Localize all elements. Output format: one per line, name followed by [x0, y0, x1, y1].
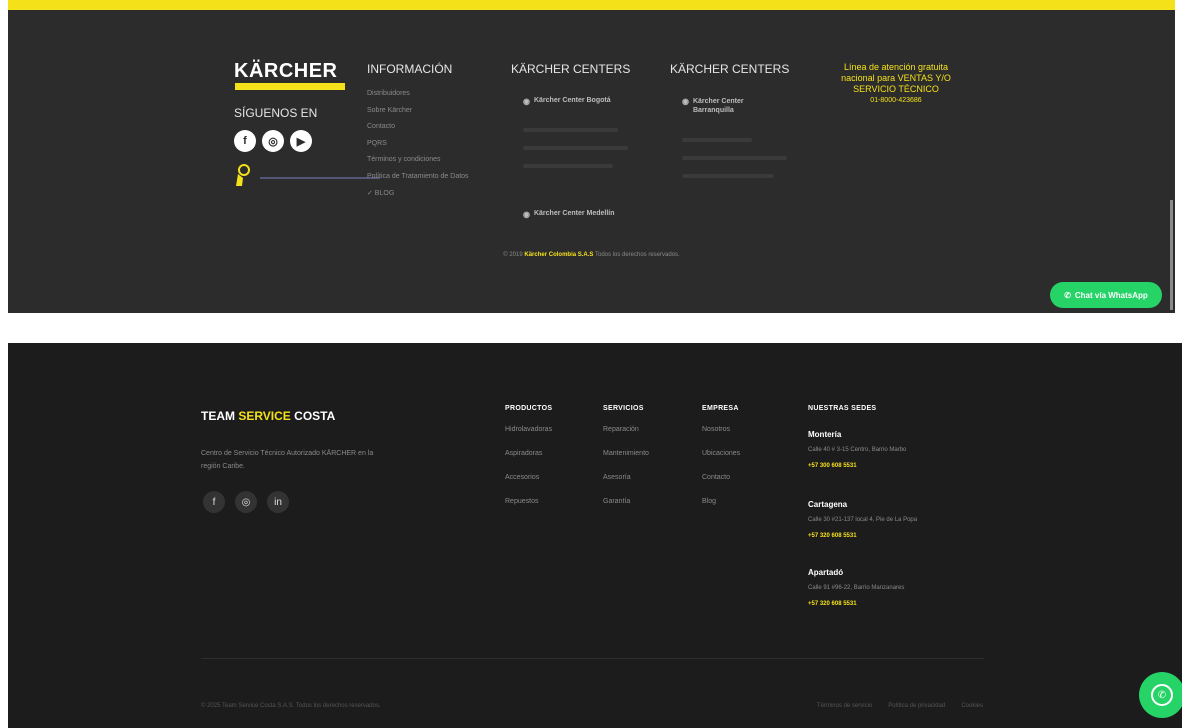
info-link[interactable]: Sobre Kärcher [367, 107, 469, 124]
info-links: Distribuidores Sobre Kärcher Contacto PQ… [367, 90, 469, 206]
footer-link[interactable]: Blog [702, 498, 740, 522]
location-address: Calle 40 # 3-15 Centro, Barrio Marbo [808, 447, 907, 453]
info-link[interactable]: ✓ BLOG [367, 189, 469, 206]
footer-link[interactable]: Repuestos [505, 498, 552, 522]
copyright-suffix: Todos los derechos reservados. [594, 252, 680, 258]
whatsapp-icon: ✆ [1064, 290, 1071, 300]
footer-divider [201, 658, 984, 659]
footer-link[interactable]: Ubicaciones [702, 450, 740, 474]
facebook-icon[interactable]: f [234, 130, 256, 152]
center-barranquilla[interactable]: ◉ Kärcher Center Barranquilla [682, 97, 772, 115]
column-title: EMPRESA [702, 405, 739, 412]
info-link[interactable]: Términos y condiciones [367, 156, 469, 173]
center-name: Kärcher Center Medellín [533, 210, 615, 217]
footer-link[interactable]: Hidrolavadoras [505, 426, 552, 450]
column-title: PRODUCTOS [505, 405, 553, 412]
blurred-address [682, 174, 774, 178]
copyright-company[interactable]: Kärcher Colombia S.A.S [524, 252, 593, 258]
blurred-address [523, 128, 618, 132]
location-phone[interactable]: +57 320 608 5531 [808, 533, 917, 539]
terms-link[interactable]: Términos de servicio [817, 703, 872, 709]
footer-link[interactable]: Aspiradoras [505, 450, 552, 474]
team-service-footer: TEAM SERVICE COSTA Centro de Servicio Té… [8, 343, 1182, 728]
brand-word-accent: SERVICE [238, 409, 291, 423]
location-apartado: Apartadó Calle 91 #96-22, Barrio Manzana… [808, 568, 904, 607]
hotline-number[interactable]: 01-8000-423686 [836, 95, 956, 106]
karcher-social-links: f ◎ ▶ [234, 130, 312, 152]
location-pin-icon: ◉ [523, 210, 530, 219]
location-cartagena: Cartagena Calle 30 #21-137 local 4, Pie … [808, 500, 917, 539]
locations-column: NUESTRAS SEDES [808, 405, 876, 426]
centers-title: KÄRCHER CENTERS [670, 62, 790, 76]
page: KÄRCHER SÍGUENOS EN f ◎ ▶ INFORMACIÓN Di… [0, 0, 1182, 728]
blurred-address [523, 146, 628, 150]
blurred-address [682, 138, 752, 142]
brand-word: TEAM [201, 409, 235, 423]
footer-link[interactable]: Accesorios [505, 474, 552, 498]
follow-us-label: SÍGUENOS EN [234, 106, 318, 120]
legal-links: Términos de servicio Política de privaci… [817, 703, 983, 709]
team-copyright: © 2025 Team Service Costa S.A.S. Todos l… [201, 703, 381, 709]
agent-icon[interactable] [234, 164, 252, 186]
company-column: EMPRESA Nosotros Ubicaciones Contacto Bl… [702, 405, 740, 522]
services-column: SERVICIOS Reparación Mantenimiento Aseso… [603, 405, 649, 522]
team-service-logo[interactable]: TEAM SERVICE COSTA [201, 409, 335, 423]
center-bogota[interactable]: ◉ Kärcher Center Bogotá [523, 97, 611, 106]
logo-underline [235, 83, 345, 90]
blurred-address [523, 164, 613, 168]
info-link[interactable]: Distribuidores [367, 90, 469, 107]
center-name: Kärcher Center Barranquilla [692, 98, 744, 114]
location-pin-icon: ◉ [523, 97, 530, 106]
info-link[interactable]: Contacto [367, 123, 469, 140]
column-title: SERVICIOS [603, 405, 644, 412]
column-title: NUESTRAS SEDES [808, 405, 877, 412]
privacy-link[interactable]: Política de privacidad [888, 703, 945, 709]
cookies-link[interactable]: Cookies [961, 703, 983, 709]
centers-title: KÄRCHER CENTERS [511, 62, 631, 76]
copyright-prefix: © 2019 [503, 252, 523, 258]
blurred-address [682, 156, 787, 160]
info-link[interactable]: PQRS [367, 140, 469, 157]
center-name: Kärcher Center Bogotá [533, 97, 611, 104]
decorative-line [260, 177, 380, 179]
hotline-label: Línea de atención gratuita nacional para… [841, 62, 951, 94]
footer-link[interactable]: Mantenimiento [603, 450, 649, 474]
instagram-icon[interactable]: ◎ [235, 491, 257, 513]
location-phone[interactable]: +57 320 608 5531 [808, 601, 904, 607]
footer-link[interactable]: Contacto [702, 474, 740, 498]
location-pin-icon: ◉ [682, 97, 689, 106]
location-city: Montería [808, 430, 842, 439]
location-address: Calle 30 #21-137 local 4, Pie de La Popa [808, 517, 918, 523]
whatsapp-icon: ✆ [1151, 684, 1173, 706]
location-phone[interactable]: +57 300 608 5531 [808, 463, 906, 469]
team-social-links: f ◎ in [203, 491, 289, 513]
info-title: INFORMACIÓN [367, 62, 453, 76]
location-monteria: Montería Calle 40 # 3-15 Centro, Barrio … [808, 430, 906, 469]
footer-link[interactable]: Garantía [603, 498, 649, 522]
brand-word: COSTA [294, 409, 336, 423]
footer-link[interactable]: Nosotros [702, 426, 740, 450]
brand-description: Centro de Servicio Técnico Autorizado KÄ… [201, 450, 374, 470]
karcher-logo[interactable]: KÄRCHER [234, 60, 338, 83]
location-city: Cartagena [808, 500, 848, 509]
hotline-text: Línea de atención gratuita nacional para… [836, 62, 956, 106]
info-link[interactable]: Política de Tratamiento de Datos [367, 173, 469, 190]
karcher-copyright: © 2019 Kärcher Colombia S.A.S Todos los … [8, 252, 1175, 258]
yellow-top-bar [8, 0, 1175, 10]
whatsapp-chat-button[interactable]: ✆ Chat vía WhatsApp [1050, 282, 1162, 308]
location-city: Apartadó [808, 568, 844, 577]
karcher-footer: KÄRCHER SÍGUENOS EN f ◎ ▶ INFORMACIÓN Di… [8, 0, 1175, 313]
footer-link[interactable]: Asesoría [603, 474, 649, 498]
footer-link[interactable]: Reparación [603, 426, 649, 450]
linkedin-icon[interactable]: in [267, 491, 289, 513]
whatsapp-label: Chat vía WhatsApp [1074, 290, 1148, 300]
facebook-icon[interactable]: f [203, 491, 225, 513]
youtube-icon[interactable]: ▶ [290, 130, 312, 152]
whatsapp-floating-button[interactable]: ✆ [1139, 672, 1182, 718]
location-address: Calle 91 #96-22, Barrio Manzanares [808, 585, 905, 591]
instagram-icon[interactable]: ◎ [262, 130, 284, 152]
products-column: PRODUCTOS Hidrolavadoras Aspiradoras Acc… [505, 405, 552, 522]
center-medellin[interactable]: ◉ Kärcher Center Medellín [523, 210, 615, 219]
